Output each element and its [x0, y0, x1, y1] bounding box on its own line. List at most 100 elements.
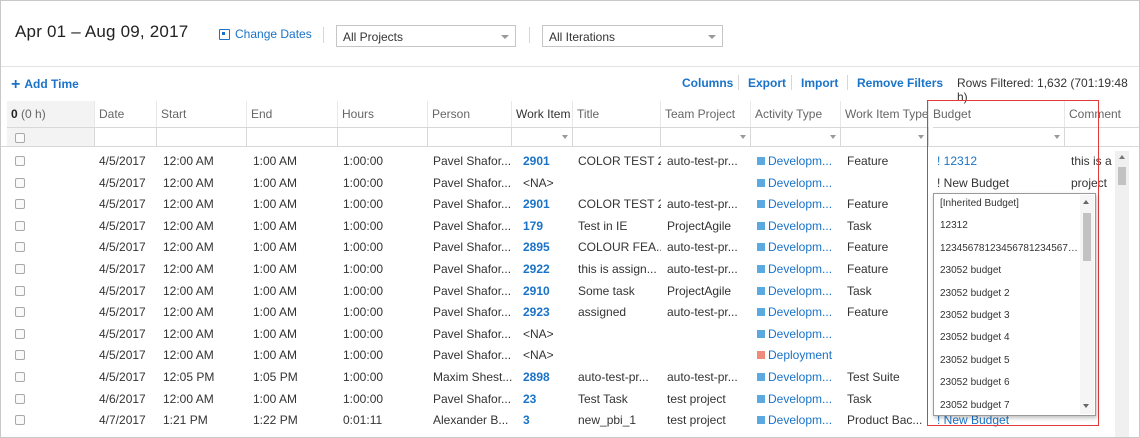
- cell-work-item[interactable]: 2922: [523, 262, 573, 276]
- budget-option[interactable]: [Inherited Budget]: [940, 198, 1080, 209]
- cell-work-item[interactable]: 2923: [523, 305, 573, 319]
- export-button[interactable]: Export: [748, 76, 786, 90]
- scroll-up-icon[interactable]: [1083, 200, 1089, 204]
- work-item-id[interactable]: 2895: [523, 240, 550, 254]
- cell-end[interactable]: 1:00 AM: [253, 284, 338, 298]
- column-header-start[interactable]: Start: [157, 101, 247, 127]
- cell-project[interactable]: auto-test-pr...: [667, 240, 751, 254]
- cell-hours[interactable]: 1:00:00: [343, 348, 428, 362]
- cell-work-item[interactable]: 23: [523, 392, 573, 406]
- cell-activity[interactable]: Developm...: [757, 154, 841, 168]
- cell-title[interactable]: COLOR TEST 2: [578, 154, 661, 168]
- work-item-id[interactable]: 23: [523, 392, 536, 406]
- row-checkbox[interactable]: [15, 156, 25, 166]
- cell-date[interactable]: 4/5/2017: [99, 197, 157, 211]
- row-checkbox[interactable]: [15, 393, 25, 404]
- row-checkbox[interactable]: [15, 372, 25, 382]
- column-header-title[interactable]: Title: [573, 101, 661, 127]
- cell-title[interactable]: assigned: [578, 305, 661, 319]
- cell-work-item[interactable]: 2901: [523, 154, 573, 168]
- budget-option[interactable]: 23052 budget 7: [940, 400, 1080, 411]
- cell-person[interactable]: Pavel Shafor...: [433, 327, 512, 341]
- cell-end[interactable]: 1:00 AM: [253, 392, 338, 406]
- work-item-id[interactable]: 2901: [523, 154, 550, 168]
- work-item-id[interactable]: 2910: [523, 284, 550, 298]
- cell-person[interactable]: Alexander B...: [433, 413, 512, 427]
- cell-date[interactable]: 4/5/2017: [99, 154, 157, 168]
- cell-end[interactable]: 1:00 AM: [253, 176, 338, 190]
- cell-title[interactable]: Test in IE: [578, 219, 661, 233]
- cell-budget[interactable]: ! New Budget: [937, 176, 1063, 190]
- cell-end[interactable]: 1:00 AM: [253, 327, 338, 341]
- column-header-team-project[interactable]: Team Project: [661, 101, 751, 127]
- cell-end[interactable]: 1:00 AM: [253, 219, 338, 233]
- cell-start[interactable]: 12:00 AM: [163, 240, 247, 254]
- cell-title[interactable]: Some task: [578, 284, 661, 298]
- cell-end[interactable]: 1:00 AM: [253, 305, 338, 319]
- cell-start[interactable]: 1:21 PM: [163, 413, 247, 427]
- row-checkbox[interactable]: [15, 242, 25, 253]
- cell-activity[interactable]: Developm...: [757, 284, 841, 298]
- cell-person[interactable]: Pavel Shafor...: [433, 219, 512, 233]
- scroll-thumb[interactable]: [1083, 213, 1091, 261]
- budget-option[interactable]: 23052 budget 2: [940, 288, 1080, 299]
- columns-button[interactable]: Columns: [682, 76, 733, 90]
- cell-project[interactable]: ProjectAgile: [667, 219, 751, 233]
- row-checkbox[interactable]: [15, 177, 25, 188]
- cell-work-item[interactable]: 2898: [523, 370, 573, 384]
- work-item-id[interactable]: 2923: [523, 305, 550, 319]
- cell-person[interactable]: Pavel Shafor...: [433, 305, 512, 319]
- cell-date[interactable]: 4/5/2017: [99, 348, 157, 362]
- filter-start[interactable]: [157, 127, 247, 147]
- budget-option[interactable]: 23052 budget 5: [940, 355, 1080, 366]
- cell-project[interactable]: ProjectAgile: [667, 284, 751, 298]
- cell-wi-type[interactable]: Task: [847, 392, 929, 406]
- cell-start[interactable]: 12:00 AM: [163, 392, 247, 406]
- cell-start[interactable]: 12:00 AM: [163, 284, 247, 298]
- cell-title[interactable]: auto-test-pr...: [578, 370, 661, 384]
- budget-option[interactable]: 12345678123456781234567812345678: [940, 243, 1080, 254]
- scroll-up-icon[interactable]: [1119, 155, 1125, 159]
- cell-person[interactable]: Pavel Shafor...: [433, 240, 512, 254]
- cell-project[interactable]: test project: [667, 392, 751, 406]
- cell-work-item[interactable]: 179: [523, 219, 573, 233]
- cell-work-item[interactable]: <NA>: [523, 176, 573, 190]
- dropdown-scrollbar[interactable]: [1080, 195, 1094, 414]
- filter-team-project[interactable]: [661, 127, 751, 147]
- cell-work-item[interactable]: 2895: [523, 240, 573, 254]
- filter-activity-type[interactable]: [751, 127, 841, 147]
- cell-wi-type[interactable]: Feature: [847, 240, 929, 254]
- budget-option[interactable]: 23052 budget 4: [940, 332, 1080, 343]
- cell-date[interactable]: 4/5/2017: [99, 176, 157, 190]
- cell-person[interactable]: Pavel Shafor...: [433, 262, 512, 276]
- column-header-work-item-type[interactable]: Work Item Type: [841, 101, 929, 127]
- filter-title[interactable]: [573, 127, 661, 147]
- cell-wi-type[interactable]: Task: [847, 219, 929, 233]
- cell-person[interactable]: Pavel Shafor...: [433, 392, 512, 406]
- scroll-down-icon[interactable]: [1083, 404, 1089, 408]
- cell-activity[interactable]: Developm...: [757, 392, 841, 406]
- cell-end[interactable]: 1:00 AM: [253, 154, 338, 168]
- cell-date[interactable]: 4/5/2017: [99, 262, 157, 276]
- cell-date[interactable]: 4/5/2017: [99, 305, 157, 319]
- cell-activity[interactable]: Developm...: [757, 327, 841, 341]
- cell-project[interactable]: auto-test-pr...: [667, 154, 751, 168]
- cell-hours[interactable]: 1:00:00: [343, 305, 428, 319]
- cell-person[interactable]: Pavel Shafor...: [433, 154, 512, 168]
- cell-title[interactable]: new_pbi_1: [578, 413, 661, 427]
- cell-end[interactable]: 1:00 AM: [253, 348, 338, 362]
- projects-select[interactable]: All Projects: [336, 25, 516, 47]
- column-header-hours[interactable]: Hours: [338, 101, 428, 127]
- work-item-id[interactable]: 179: [523, 219, 543, 233]
- row-checkbox[interactable]: [15, 199, 25, 210]
- cell-person[interactable]: Maxim Shest...: [433, 370, 512, 384]
- cell-hours[interactable]: 1:00:00: [343, 370, 428, 384]
- cell-work-item[interactable]: 2901: [523, 197, 573, 211]
- filter-hours[interactable]: [338, 127, 428, 147]
- budget-dropdown-list[interactable]: 23052 budget 7 23052 budget 6 23052 budget…: [933, 193, 1096, 416]
- cell-title[interactable]: Test Task: [578, 392, 661, 406]
- cell-activity[interactable]: Developm...: [757, 262, 841, 276]
- filter-budget[interactable]: [933, 127, 1065, 147]
- cell-activity[interactable]: Developm...: [757, 240, 841, 254]
- cell-activity[interactable]: Deployment: [757, 348, 841, 362]
